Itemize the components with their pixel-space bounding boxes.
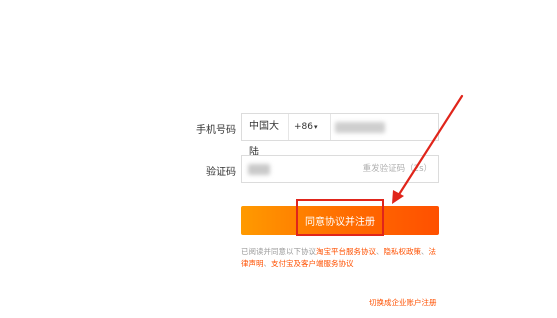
agreement-separator: 、 (376, 247, 384, 256)
blurred-code-value (248, 164, 270, 175)
link-taobao-service-agreement[interactable]: 淘宝平台服务协议 (316, 247, 376, 256)
verification-code-field[interactable]: 重发验证码（2s） (241, 155, 439, 184)
country-code-select[interactable]: +86▾ (292, 114, 318, 140)
register-form-screen: 手机号码 中国大陆 +86▾ 验证码 重发验证码（2s） 同意协议并注册 已阅读… (0, 0, 557, 318)
agreement-prefix: 已阅读并同意以下协议 (241, 247, 316, 256)
blurred-phone-value (335, 122, 385, 133)
agreement-separator: 、 (263, 259, 272, 268)
agreement-separator: 、 (421, 247, 429, 256)
phone-number-field[interactable]: 中国大陆 +86▾ (241, 113, 439, 158)
link-privacy-policy[interactable]: 隐私权政策 (384, 247, 422, 256)
resend-code-button[interactable]: 重发验证码（2s） (363, 156, 432, 182)
verification-code-label: 验证码 (206, 167, 236, 178)
phone-number-label: 手机号码 (196, 125, 236, 136)
link-alipay-agreement[interactable]: 支付宝及客户端服务协议 (271, 259, 354, 268)
country-code-value: +86 (294, 122, 313, 132)
region-select[interactable]: 中国大陆 (242, 114, 289, 158)
agreement-text: 已阅读并同意以下协议淘宝平台服务协议、隐私权政策、法律声明、支付宝及客户端服务协… (241, 246, 441, 270)
chevron-down-icon: ▾ (314, 123, 318, 131)
agree-and-register-button[interactable]: 同意协议并注册 (241, 206, 439, 235)
switch-to-enterprise-link[interactable]: 切换成企业账户注册 (369, 297, 437, 308)
